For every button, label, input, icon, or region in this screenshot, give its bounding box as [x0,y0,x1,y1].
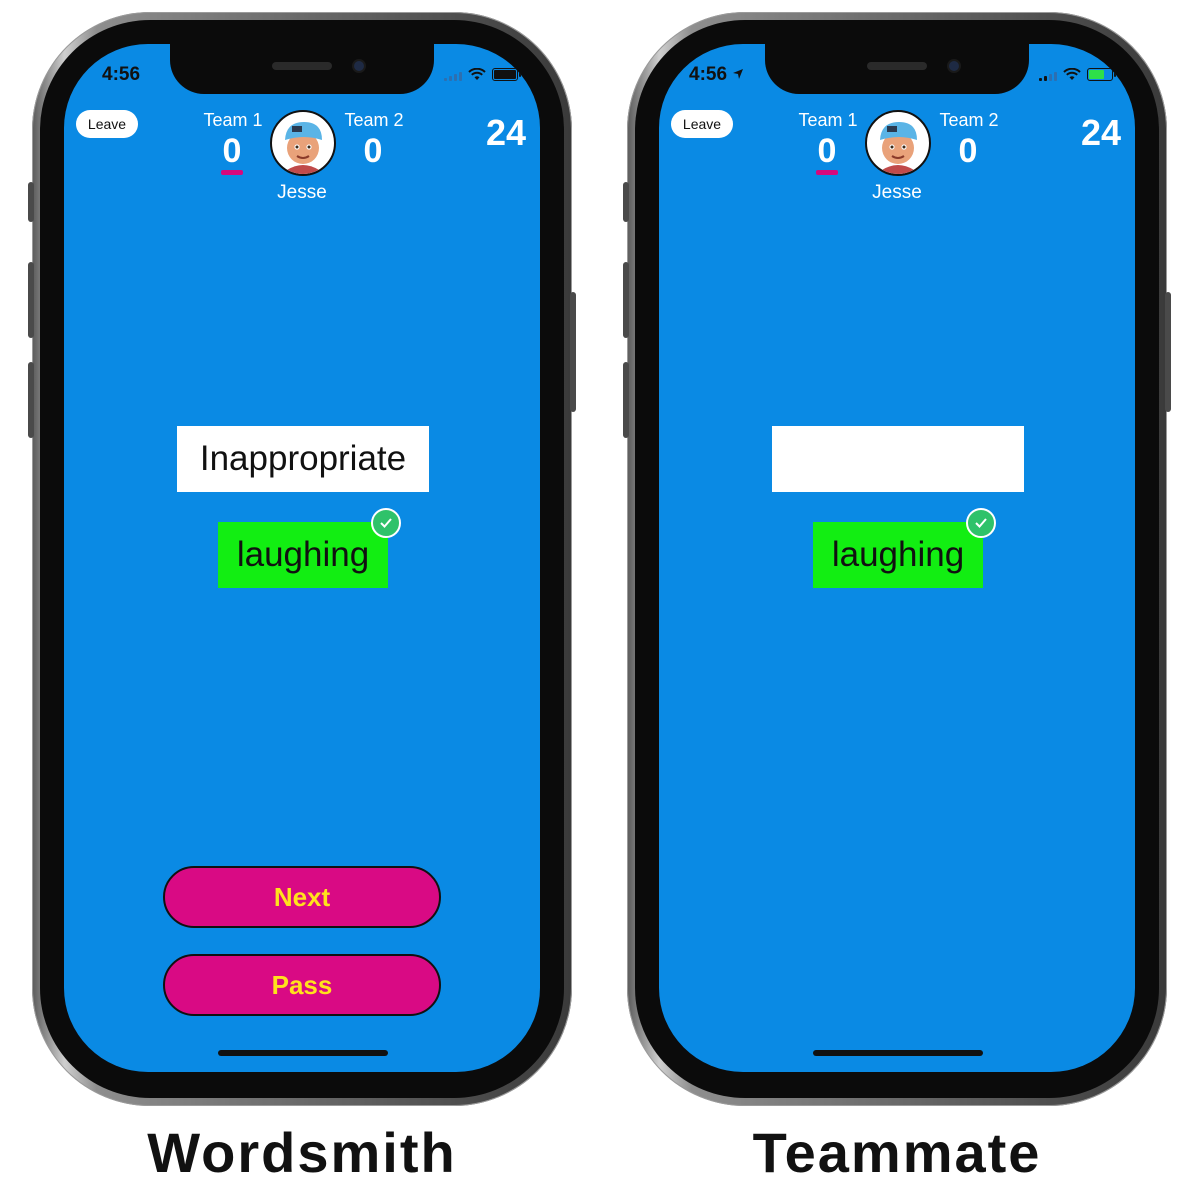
battery-icon [1087,68,1116,81]
player-name: Jesse [872,182,922,203]
player-name: Jesse [277,182,327,203]
signal-icon [1039,69,1057,81]
avatar-icon [285,122,322,174]
home-indicator[interactable] [218,1050,388,1056]
game-screen: 4:56 Leave Team 1 0 [659,44,1135,1072]
power-button [570,292,576,412]
home-indicator[interactable] [813,1050,983,1056]
battery-icon [492,68,521,81]
wifi-icon [468,68,486,80]
notch [170,44,434,94]
mute-switch [28,182,34,222]
check-icon [371,508,401,538]
status-time: 4:56 [689,64,744,86]
volume-down-button [28,362,34,438]
active-team-indicator [816,170,838,175]
team2-label: Team 2 [939,110,999,130]
speaker [867,62,927,70]
front-camera [949,61,959,71]
caption-wordsmith: Wordsmith [147,1121,457,1184]
volume-down-button [623,362,629,438]
avatar [865,110,931,176]
round-timer: 24 [485,112,526,153]
avatar-icon [880,122,917,174]
leave-button[interactable]: Leave [76,110,138,138]
team2-score: 0 [958,132,978,170]
game-screen: 4:56 Leave Team 1 0 [64,44,540,1072]
wifi-icon [1063,68,1081,80]
phone-teammate: 4:56 Leave Team 1 0 Team 2 0 Jesse 24 la… [623,12,1171,1106]
round-timer: 24 [1080,112,1121,153]
team1-score: 0 [817,132,837,170]
team1-label: Team 1 [203,110,263,130]
front-camera [354,61,364,71]
pass-button[interactable]: Pass [163,954,441,1016]
signal-icon [444,69,462,81]
leave-button[interactable]: Leave [671,110,733,138]
guess-word-card: laughing [218,522,388,588]
avatar [270,110,336,176]
power-button [1165,292,1171,412]
caption-teammate: Teammate [752,1121,1042,1184]
speaker [272,62,332,70]
notch [765,44,1029,94]
status-icons [1039,68,1116,81]
status-time: 4:56 [102,64,141,85]
next-button[interactable]: Next [163,866,441,928]
team2-score: 0 [363,132,383,170]
location-arrow-icon [733,69,744,79]
phone-wordsmith: 4:56 Leave Team 1 0 Team 2 0 Jesse 24 In… [28,12,576,1106]
mute-switch [623,182,629,222]
team2-label: Team 2 [344,110,404,130]
volume-up-button [28,262,34,338]
guess-word-card: laughing [813,522,983,588]
check-icon [966,508,996,538]
active-team-indicator [221,170,243,175]
hidden-word-card [772,426,1024,492]
team1-label: Team 1 [798,110,858,130]
volume-up-button [623,262,629,338]
status-icons [444,68,521,81]
team1-score: 0 [222,132,242,170]
secret-word-card: Inappropriate [177,426,429,492]
